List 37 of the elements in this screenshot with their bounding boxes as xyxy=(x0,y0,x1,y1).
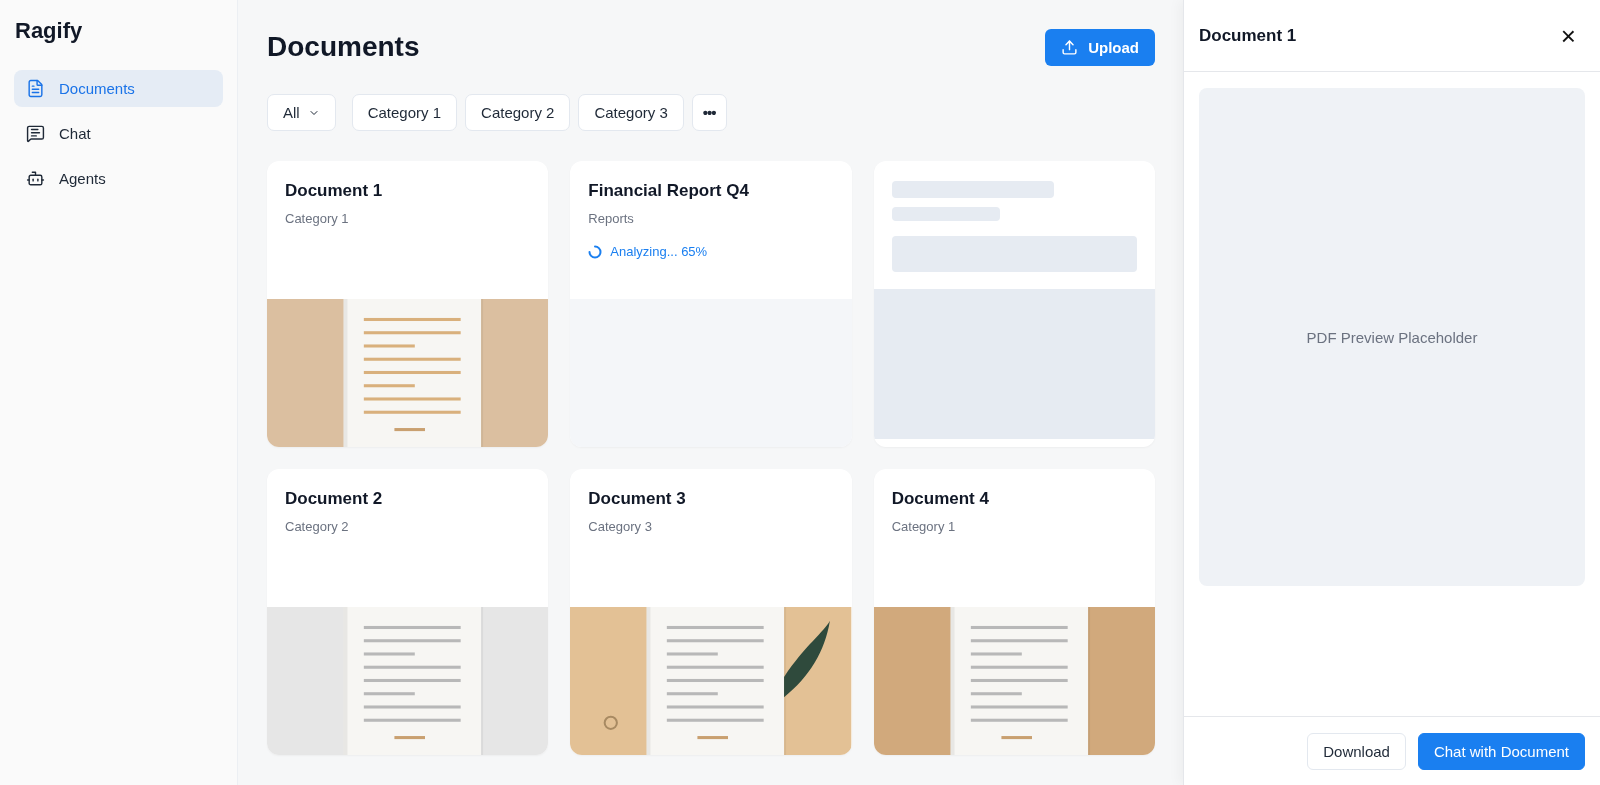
filter-chip[interactable]: Category 1 xyxy=(351,94,458,131)
card-category: Category 1 xyxy=(891,519,957,534)
card-category: Reports xyxy=(588,211,635,226)
card-category: Category 3 xyxy=(588,519,653,534)
document-card[interactable]: Document 4 Category 1 xyxy=(873,469,1155,755)
page-title: Documents xyxy=(267,31,420,63)
card-title: Document 1 xyxy=(285,181,384,201)
card-title: Document 2 xyxy=(285,489,384,509)
document-card[interactable]: Document 3 Category 3 xyxy=(570,469,852,755)
filter-dropdown[interactable]: All xyxy=(267,94,336,131)
panel-title: Document 1 xyxy=(1199,25,1297,46)
document-card[interactable]: Financial Report Q4 Reports Analyzing... 65% xyxy=(570,161,852,447)
document-card[interactable]: Document 1 Category 1 xyxy=(267,161,549,447)
document-card[interactable]: Document 2 Category 2 xyxy=(267,469,549,755)
app-logo: Ragify xyxy=(14,17,84,44)
filter-chip[interactable]: Category 3 xyxy=(578,94,684,131)
document-icon xyxy=(26,79,45,98)
preview-text: PDF Preview Placeholder xyxy=(1306,328,1478,346)
card-category: Category 2 xyxy=(285,519,350,534)
status-text: Analyzing... 65% xyxy=(610,244,708,259)
sidebar-item[interactable]: Documents xyxy=(14,70,223,107)
sidebar-item[interactable]: Chat xyxy=(14,115,223,152)
card-title: Document 4 xyxy=(891,489,990,509)
upload-icon xyxy=(1061,38,1079,56)
spinner-icon xyxy=(588,244,603,259)
download-button[interactable]: Download xyxy=(1307,732,1406,770)
close-button[interactable]: × xyxy=(1560,22,1576,49)
card-title: Financial Report Q4 xyxy=(588,181,750,201)
card-title: Document 3 xyxy=(588,489,687,509)
more-button[interactable]: ••• xyxy=(691,94,727,131)
card-category: Category 1 xyxy=(285,211,350,226)
chat-icon xyxy=(26,124,45,143)
chat-button[interactable]: Chat with Document xyxy=(1417,732,1585,770)
robot-icon xyxy=(26,169,45,188)
upload-button[interactable]: Upload xyxy=(1045,28,1155,66)
sidebar-item[interactable]: Agents xyxy=(14,160,223,197)
filter-chip[interactable]: Category 2 xyxy=(465,94,571,131)
